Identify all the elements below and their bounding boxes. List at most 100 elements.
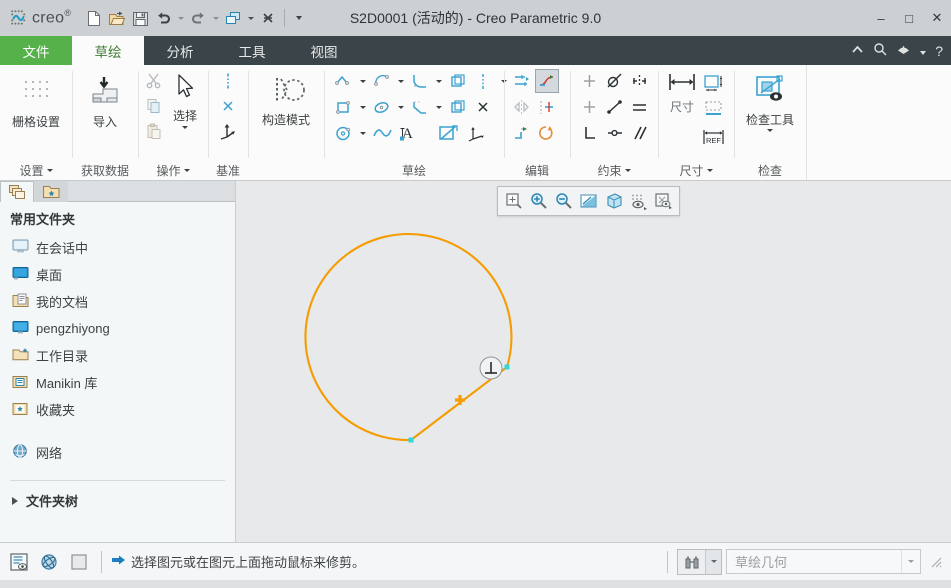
annotation-display-icon[interactable] <box>652 190 675 213</box>
parallel-constraint-button[interactable] <box>628 121 652 145</box>
rotate-resize-button[interactable] <box>535 121 559 145</box>
help-icon[interactable]: ? <box>935 43 943 59</box>
centerline-button[interactable] <box>216 69 240 93</box>
midpoint-constraint-button[interactable] <box>603 95 627 119</box>
equal-constraint-button[interactable] <box>628 95 652 119</box>
nav-item-my-documents[interactable]: 我的文档 <box>0 288 235 315</box>
rectangle-button[interactable] <box>332 95 356 119</box>
perimeter-dimension-button[interactable] <box>700 71 728 95</box>
select-button[interactable]: 选择 <box>166 68 204 129</box>
ribbon-group-title[interactable]: 设置 <box>0 160 72 180</box>
baseline-button[interactable] <box>700 98 728 122</box>
import-button[interactable]: 导入 <box>76 70 134 129</box>
modify-button[interactable] <box>510 69 534 93</box>
collapse-ribbon-icon[interactable] <box>851 43 864 59</box>
ellipse-dropdown-icon[interactable] <box>395 95 407 119</box>
binoculars-icon[interactable] <box>678 550 705 574</box>
nav-item-working-directory[interactable]: 工作目录 <box>0 342 235 369</box>
ellipse-button[interactable] <box>370 95 394 119</box>
line-chain-button[interactable] <box>332 69 356 93</box>
filter-dropdown-icon[interactable] <box>901 550 920 573</box>
model-display-toggle[interactable] <box>6 549 32 575</box>
sketch-canvas[interactable] <box>236 181 951 542</box>
redo-icon[interactable] <box>187 6 209 30</box>
tangent-constraint-button[interactable] <box>603 69 627 93</box>
arc-dropdown-icon[interactable] <box>395 69 407 93</box>
folder-browser-tab[interactable] <box>34 181 68 202</box>
fillet-button[interactable] <box>408 69 432 93</box>
reference-dimension-button[interactable]: REF <box>700 125 728 149</box>
inspect-dropdown-icon[interactable] <box>767 129 773 132</box>
thicken-button[interactable] <box>446 95 470 119</box>
nav-item-network[interactable]: 网络 <box>0 439 235 466</box>
rectangle-dropdown-icon[interactable] <box>357 95 369 119</box>
nav-item-manikin-library[interactable]: Manikin 库 <box>0 369 235 396</box>
maximize-button[interactable]: □ <box>895 0 923 36</box>
selection-filter-select[interactable]: 草绘几何 <box>726 549 921 574</box>
point-button[interactable] <box>216 94 240 118</box>
spin-center-toggle[interactable] <box>36 549 62 575</box>
construction-mode-button[interactable]: 构造模式 <box>252 70 320 127</box>
nav-item-pengzhiyong[interactable]: pengzhiyong <box>0 315 235 342</box>
arc-button[interactable] <box>370 69 394 93</box>
chamfer-dropdown-icon[interactable] <box>433 95 445 119</box>
tab-sketch[interactable]: 草绘 <box>72 36 144 65</box>
perpendicular-constraint-button[interactable] <box>578 121 602 145</box>
trim-button[interactable] <box>535 69 559 93</box>
ribbon-group-title[interactable]: 尺寸 <box>658 160 734 180</box>
plane-display-toggle[interactable] <box>66 549 92 575</box>
corner-button[interactable] <box>510 121 534 145</box>
graphics-area[interactable] <box>236 181 951 542</box>
circle-dropdown-icon[interactable] <box>357 121 369 145</box>
orientation-icon[interactable] <box>602 190 625 213</box>
nav-item-favorites[interactable]: 收藏夹 <box>0 396 235 423</box>
select-dropdown-icon[interactable] <box>182 126 188 129</box>
close-button[interactable]: ✕ <box>923 0 951 36</box>
zoom-out-icon[interactable] <box>552 190 575 213</box>
search-icon[interactable] <box>873 42 887 59</box>
coord-system-button[interactable] <box>216 119 240 143</box>
spline-button[interactable] <box>370 121 396 145</box>
coincident-constraint-button[interactable] <box>603 121 627 145</box>
open-file-icon[interactable] <box>106 6 128 30</box>
refit-icon[interactable] <box>502 190 525 213</box>
grid-settings-button[interactable]: 栅格设置 <box>4 70 68 129</box>
new-file-icon[interactable] <box>83 6 105 30</box>
save-icon[interactable] <box>129 6 151 30</box>
customize-qat-icon[interactable] <box>290 6 308 30</box>
inspect-tool-button[interactable]: 检查工具 <box>738 70 802 132</box>
divide-button[interactable] <box>535 95 559 119</box>
coordinate-button[interactable] <box>465 121 489 145</box>
ribbon-group-title[interactable]: 约束 <box>570 160 658 180</box>
tab-view[interactable]: 视图 <box>288 36 360 65</box>
project-button[interactable] <box>434 121 464 145</box>
ribbon-group-title[interactable]: 操作 <box>138 160 208 180</box>
minimize-button[interactable]: – <box>867 0 895 36</box>
undo-icon[interactable] <box>152 6 174 30</box>
zoom-in-icon[interactable] <box>527 190 550 213</box>
horizontal-constraint-button[interactable] <box>578 95 602 119</box>
regenerate-icon[interactable] <box>222 6 244 30</box>
symmetric-constraint-button[interactable] <box>628 69 652 93</box>
copy-button[interactable] <box>142 94 166 118</box>
nav-item-in-session[interactable]: 在会话中 <box>0 234 235 261</box>
circle-button[interactable] <box>332 121 356 145</box>
resize-grip-icon[interactable] <box>929 555 943 569</box>
vertical-constraint-button[interactable] <box>578 69 602 93</box>
tab-tools[interactable]: 工具 <box>216 36 288 65</box>
help-dropdown-icon[interactable] <box>920 43 927 58</box>
display-style-icon[interactable] <box>577 190 600 213</box>
cut-button[interactable] <box>142 69 166 93</box>
tab-analysis[interactable]: 分析 <box>144 36 216 65</box>
paste-button[interactable] <box>142 119 166 143</box>
tab-file[interactable]: 文件 <box>0 36 72 65</box>
construction-point-button[interactable] <box>471 95 495 119</box>
help-menu-icon[interactable] <box>896 42 911 59</box>
undo-dropdown-icon[interactable] <box>175 6 186 30</box>
redo-dropdown-icon[interactable] <box>210 6 221 30</box>
offset-button[interactable] <box>446 69 470 93</box>
dimension-button[interactable]: 尺寸 <box>664 69 700 114</box>
model-tree-tab[interactable] <box>0 181 34 202</box>
folder-tree-toggle[interactable]: 文件夹树 <box>0 481 235 510</box>
construction-centerline-button[interactable] <box>471 69 495 93</box>
